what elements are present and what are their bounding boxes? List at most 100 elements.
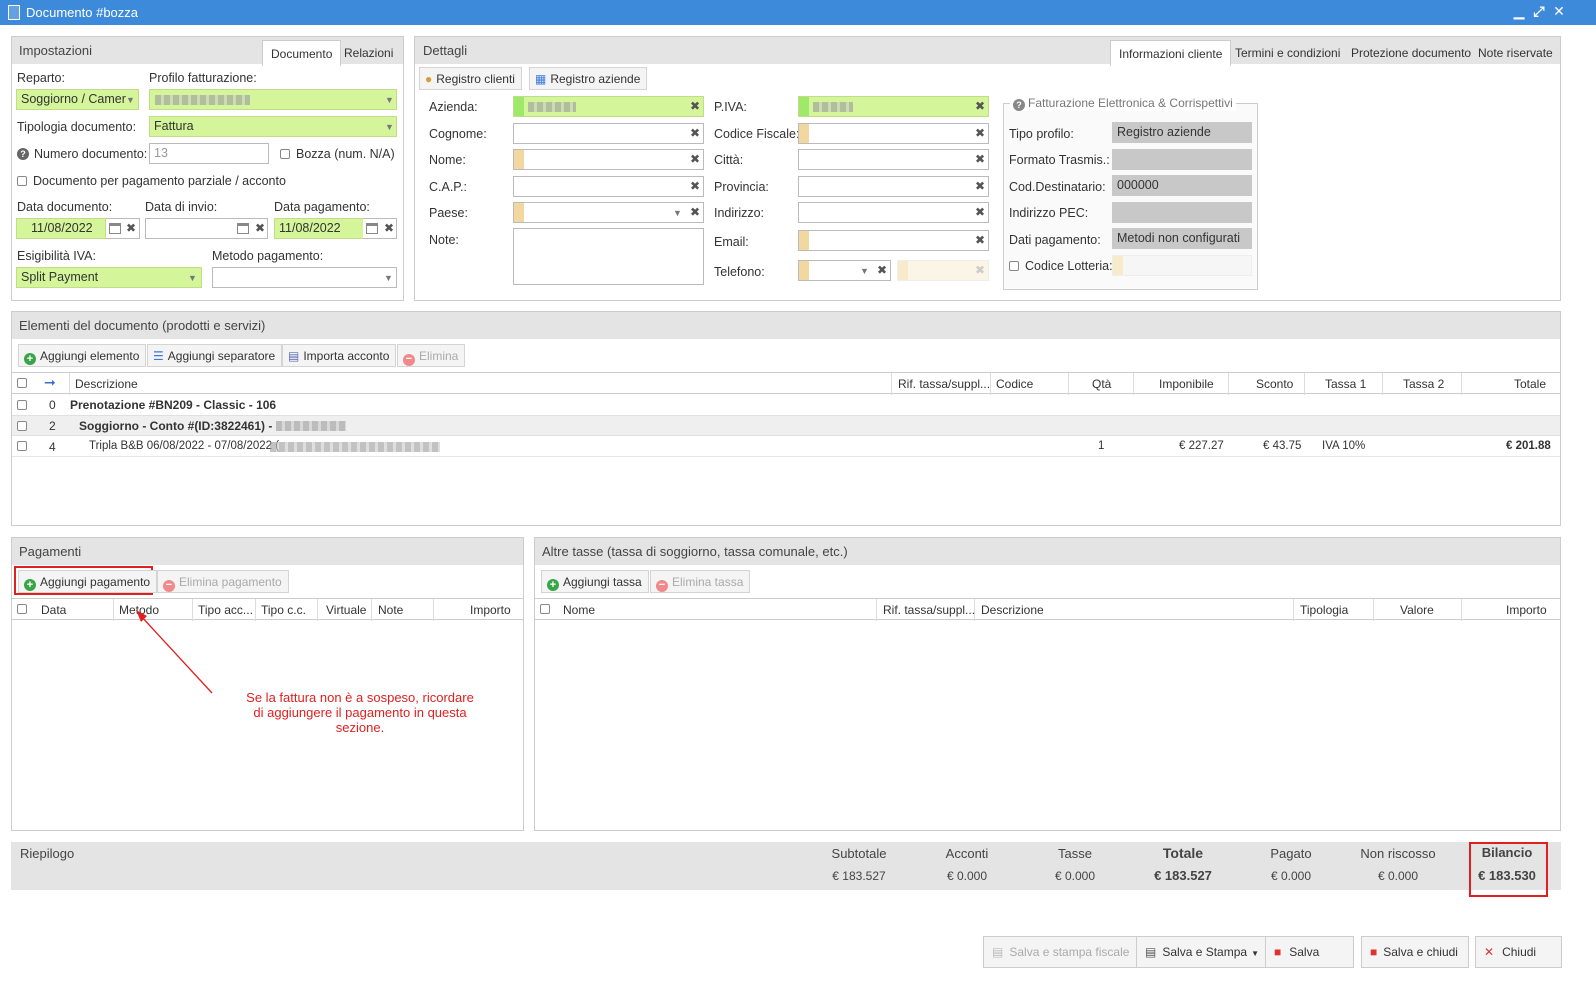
col-valore[interactable]: Valore bbox=[1400, 603, 1434, 617]
save-button[interactable]: ■ Salva bbox=[1265, 936, 1354, 968]
col-tipologia[interactable]: Tipologia bbox=[1300, 603, 1348, 617]
minimize-icon[interactable]: ▁ bbox=[1510, 3, 1528, 20]
clear-icon[interactable]: ✖ bbox=[690, 205, 700, 219]
azienda-input[interactable] bbox=[513, 96, 704, 117]
col-virtuale[interactable]: Virtuale bbox=[326, 603, 366, 617]
provincia-input[interactable] bbox=[798, 176, 989, 197]
cap-input[interactable] bbox=[513, 176, 704, 197]
col-data[interactable]: Data bbox=[41, 603, 66, 617]
select-all-checkbox[interactable] bbox=[17, 378, 27, 388]
lotteria-checkbox[interactable] bbox=[1009, 261, 1019, 271]
clear-icon[interactable]: ✖ bbox=[690, 152, 700, 166]
calendar-icon[interactable] bbox=[237, 223, 249, 234]
row-checkbox[interactable] bbox=[17, 441, 27, 451]
select-all-checkbox[interactable] bbox=[540, 604, 550, 614]
save-print-fiscal-button[interactable]: ▤ Salva e stampa fiscale bbox=[983, 936, 1141, 968]
profilo-select[interactable] bbox=[149, 89, 397, 110]
col-qta[interactable]: Qtà bbox=[1092, 377, 1111, 391]
row-checkbox[interactable] bbox=[17, 421, 27, 431]
esigibilita-select[interactable]: Split Payment bbox=[16, 267, 202, 288]
save-print-button[interactable]: ▤ Salva e Stampa ▼ bbox=[1136, 936, 1270, 968]
col-totale[interactable]: Totale bbox=[1514, 377, 1546, 391]
citta-input[interactable] bbox=[798, 149, 989, 170]
col-descrizione[interactable]: Descrizione bbox=[75, 377, 138, 391]
col-imponibile[interactable]: Imponibile bbox=[1159, 377, 1214, 391]
chevron-down-icon[interactable]: ▼ bbox=[673, 208, 682, 218]
note-textarea[interactable] bbox=[513, 228, 704, 285]
clear-icon[interactable]: ✖ bbox=[975, 126, 985, 140]
chevron-down-icon[interactable]: ▼ bbox=[188, 273, 197, 283]
col-note[interactable]: Note bbox=[378, 603, 403, 617]
table-row[interactable]: 2 Soggiorno - Conto #(ID:3822461) - bbox=[12, 415, 1560, 436]
col-tipo-cc[interactable]: Tipo c.c. bbox=[261, 603, 306, 617]
bozza-checkbox[interactable] bbox=[280, 149, 290, 159]
delete-payment-button[interactable]: − Elimina pagamento bbox=[157, 570, 289, 593]
tab-termini[interactable]: Termini e condizioni bbox=[1227, 40, 1348, 66]
cognome-input[interactable] bbox=[513, 123, 704, 144]
table-row[interactable]: 0 Prenotazione #BN209 - Classic - 106 bbox=[12, 395, 1560, 415]
add-payment-button[interactable]: + Aggiungi pagamento bbox=[18, 570, 158, 593]
col-rif-tassa[interactable]: Rif. tassa/suppl... bbox=[898, 377, 990, 391]
row-checkbox[interactable] bbox=[17, 400, 27, 410]
clear-icon[interactable]: ✖ bbox=[384, 221, 394, 235]
registro-clienti-button[interactable]: ● Registro clienti bbox=[419, 67, 522, 90]
calendar-icon[interactable] bbox=[109, 223, 121, 234]
tipologia-select[interactable]: Fattura bbox=[149, 116, 397, 137]
clear-icon[interactable]: ✖ bbox=[690, 126, 700, 140]
chevron-down-icon[interactable]: ▼ bbox=[385, 95, 394, 105]
tab-documento[interactable]: Documento bbox=[262, 40, 342, 66]
col-codice[interactable]: Codice bbox=[996, 377, 1033, 391]
data-pag-input[interactable]: 11/08/2022 bbox=[274, 218, 364, 239]
clear-icon[interactable]: ✖ bbox=[690, 99, 700, 113]
tab-informazioni-cliente[interactable]: Informazioni cliente bbox=[1110, 40, 1232, 66]
clear-icon[interactable]: ✖ bbox=[975, 233, 985, 247]
clear-icon[interactable]: ✖ bbox=[975, 179, 985, 193]
select-all-checkbox[interactable] bbox=[17, 604, 27, 614]
delete-element-button[interactable]: − Elimina bbox=[397, 344, 466, 367]
metodo-select[interactable] bbox=[212, 267, 397, 288]
clear-icon[interactable]: ✖ bbox=[975, 205, 985, 219]
arrow-right-icon[interactable]: ➞ bbox=[44, 374, 56, 391]
col-tassa2[interactable]: Tassa 2 bbox=[1403, 377, 1444, 391]
nome-input[interactable] bbox=[513, 149, 704, 170]
lotteria-input[interactable] bbox=[1112, 255, 1252, 276]
col-importo[interactable]: Importo bbox=[1506, 603, 1547, 617]
clear-icon[interactable]: ✖ bbox=[975, 152, 985, 166]
calendar-icon[interactable] bbox=[366, 223, 378, 234]
piva-input[interactable] bbox=[798, 96, 989, 117]
col-sconto[interactable]: Sconto bbox=[1256, 377, 1293, 391]
import-acconto-button[interactable]: ▤ Importa acconto bbox=[282, 344, 397, 367]
cf-input[interactable] bbox=[798, 123, 989, 144]
table-row[interactable]: 4 Tripla B&B 06/08/2022 - 07/08/2022 ( 1… bbox=[12, 436, 1560, 457]
tab-protezione[interactable]: Protezione documento bbox=[1343, 40, 1479, 66]
registro-aziende-button[interactable]: ▦ Registro aziende bbox=[529, 67, 648, 90]
tab-note-riservate[interactable]: Note riservate bbox=[1470, 40, 1561, 66]
clear-icon[interactable]: ✖ bbox=[255, 221, 265, 235]
clear-icon[interactable]: ✖ bbox=[975, 99, 985, 113]
chevron-down-icon[interactable]: ▼ bbox=[860, 266, 869, 276]
add-element-button[interactable]: + Aggiungi elemento bbox=[18, 344, 147, 367]
parziale-checkbox[interactable] bbox=[17, 176, 27, 186]
chevron-down-icon[interactable]: ▼ bbox=[126, 95, 135, 105]
chevron-down-icon[interactable]: ▼ bbox=[385, 122, 394, 132]
clear-icon[interactable]: ✖ bbox=[690, 179, 700, 193]
col-nome[interactable]: Nome bbox=[563, 603, 595, 617]
tab-relazioni[interactable]: Relazioni bbox=[336, 40, 401, 66]
close-icon[interactable]: ✕ bbox=[1550, 3, 1568, 20]
chevron-down-icon[interactable]: ▼ bbox=[384, 273, 393, 283]
col-descrizione[interactable]: Descrizione bbox=[981, 603, 1044, 617]
add-tax-button[interactable]: + Aggiungi tassa bbox=[541, 570, 649, 593]
close-button[interactable]: ✕ Chiudi bbox=[1475, 936, 1562, 968]
data-invio-input[interactable] bbox=[145, 218, 268, 239]
maximize-icon[interactable]: ⤢ bbox=[1530, 3, 1548, 20]
col-importo[interactable]: Importo bbox=[470, 603, 511, 617]
col-rif-tassa[interactable]: Rif. tassa/suppl... bbox=[883, 603, 975, 617]
add-separator-button[interactable]: ☰ Aggiungi separatore bbox=[147, 344, 283, 367]
clear-icon[interactable]: ✖ bbox=[975, 263, 985, 277]
save-close-button[interactable]: ■ Salva e chiudi bbox=[1361, 936, 1469, 968]
reparto-select[interactable]: Soggiorno / Camer bbox=[16, 89, 139, 110]
indirizzo-input[interactable] bbox=[798, 202, 989, 223]
col-tassa1[interactable]: Tassa 1 bbox=[1325, 377, 1366, 391]
numero-input[interactable]: 13 bbox=[149, 143, 269, 164]
email-input[interactable] bbox=[798, 230, 989, 251]
